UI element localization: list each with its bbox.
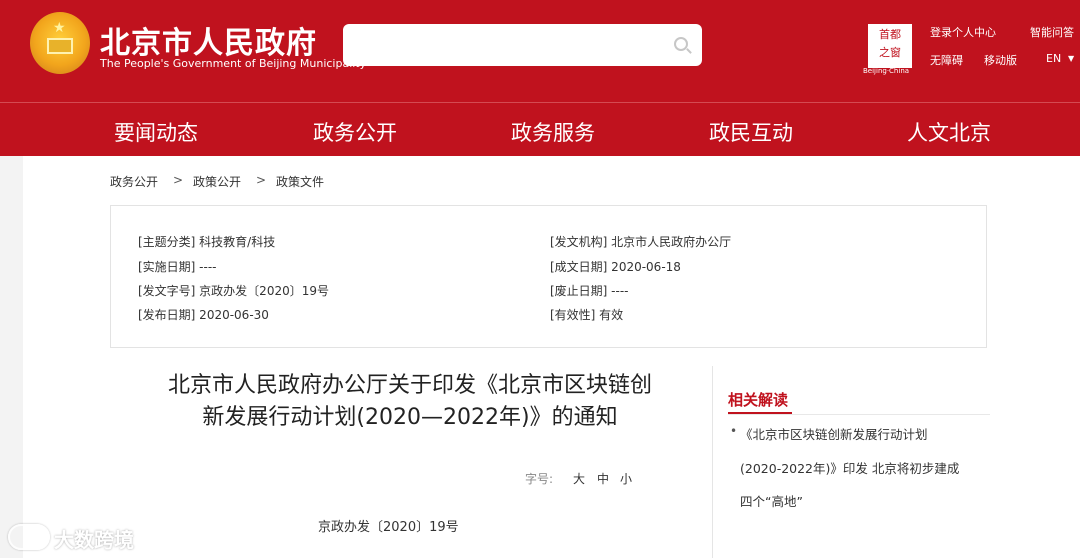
nav-item-gov-affairs-open[interactable]: 政务公开 — [313, 117, 397, 147]
meta-written-date: [成文日期] 2020-06-18 — [550, 260, 681, 274]
tiananmen-icon — [47, 38, 73, 54]
breadcrumb-item[interactable]: 政策文件 — [276, 173, 324, 190]
related-article-link[interactable]: 《北京市区块链创新发展行动计划 — [740, 424, 928, 443]
language-switch[interactable]: EN — [1046, 52, 1061, 65]
font-size-large-button[interactable]: 大 — [573, 470, 585, 487]
related-reading-title: 相关解读 — [728, 391, 789, 409]
document-title-line: 北京市人民政府办公厅关于印发《北京市区块链创 — [167, 373, 652, 398]
sidebar-divider — [712, 366, 713, 558]
related-article-link[interactable]: (2020-2022年)》印发 北京将初步建成 — [740, 458, 959, 477]
document-title-line: 新发展行动计划(2020—2022年)》的通知 — [202, 405, 618, 430]
chevron-down-icon[interactable]: ▼ — [1068, 54, 1074, 63]
font-size-medium-button[interactable]: 中 — [597, 470, 609, 487]
document-number: 京政办发〔2020〕19号 — [318, 520, 459, 535]
meta-issuer: [发文机构] 北京市人民政府办公厅 — [550, 235, 732, 249]
font-size-small-button[interactable]: 小 — [620, 470, 632, 487]
document-title: 北京市人民政府办公厅关于印发《北京市区块链创 新发展行动计划(2020—2022… — [110, 370, 710, 434]
meta-validity: [有效性] 有效 — [550, 308, 624, 322]
breadcrumb-item[interactable]: 政策公开 — [193, 173, 241, 190]
smart-qa-link[interactable]: 智能问答 — [1030, 24, 1074, 40]
nav-item-interaction[interactable]: 政民互动 — [709, 117, 793, 147]
site-title[interactable]: 北京市人民政府 — [100, 18, 317, 62]
national-emblem-icon[interactable]: ★ — [30, 12, 90, 74]
search-icon[interactable] — [674, 37, 688, 51]
meta-effective-date: [实施日期] ---- — [138, 260, 217, 274]
breadcrumb-separator: > — [256, 173, 267, 187]
star-icon: ★ — [53, 20, 66, 36]
related-divider — [728, 414, 990, 415]
meta-document-number: [发文字号] 京政办发〔2020〕19号 — [138, 284, 329, 298]
site-subtitle: The People's Government of Beijing Munic… — [100, 57, 367, 70]
related-article-link[interactable]: 四个“高地” — [740, 491, 803, 510]
meta-topic: [主题分类] 科技教育/科技 — [138, 235, 276, 249]
meta-publish-date: [发布日期] 2020-06-30 — [138, 308, 269, 322]
capital-window-logo[interactable]: 首都 之窗 — [866, 22, 914, 70]
main-nav: 要闻动态 政务公开 政务服务 政民互动 人文北京 — [0, 102, 1080, 156]
document-metadata-panel — [110, 205, 987, 348]
nav-item-gov-services[interactable]: 政务服务 — [511, 117, 595, 147]
search-input[interactable] — [343, 24, 702, 66]
logo-text-bottom: 之窗 — [879, 46, 901, 59]
site-header: ★ 北京市人民政府 The People's Government of Bei… — [0, 0, 1080, 102]
nav-item-news[interactable]: 要闻动态 — [114, 117, 198, 147]
watermark-text: 大数跨境 — [54, 528, 134, 552]
logo-text-top: 首都 — [879, 28, 901, 41]
list-bullet: • — [730, 424, 738, 438]
breadcrumb-separator: > — [173, 173, 184, 187]
font-size-label: 字号: — [525, 472, 554, 486]
watermark-logo-icon — [8, 524, 50, 550]
related-title-underline — [728, 412, 792, 414]
capital-window-chars: 首都 之窗 — [870, 26, 910, 66]
capital-window-caption: Beijing·China — [863, 67, 910, 75]
login-link[interactable]: 登录个人中心 — [930, 24, 996, 40]
breadcrumb-item[interactable]: 政务公开 — [110, 173, 158, 190]
mobile-version-link[interactable]: 移动版 — [984, 52, 1017, 68]
accessibility-link[interactable]: 无障碍 — [930, 52, 963, 68]
nav-item-culture[interactable]: 人文北京 — [907, 117, 991, 147]
meta-repeal-date: [废止日期] ---- — [550, 284, 629, 298]
